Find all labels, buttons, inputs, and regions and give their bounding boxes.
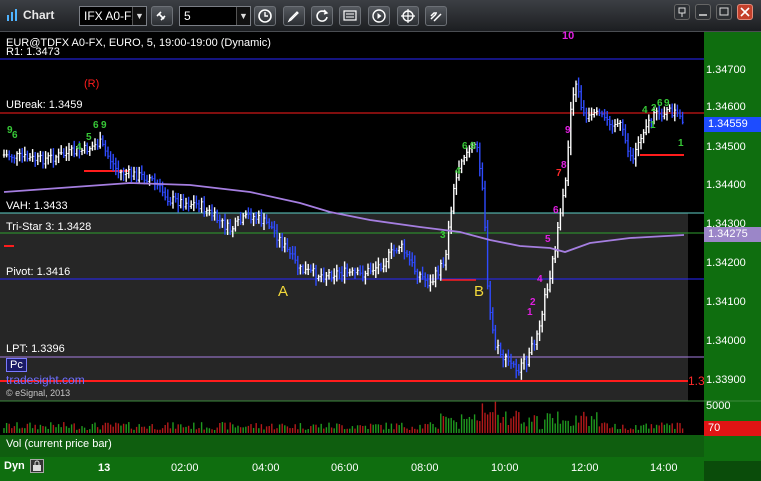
y-axis-tick-1: 1.34600 xyxy=(706,101,746,113)
cursor-button[interactable] xyxy=(397,6,419,26)
svg-text:3: 3 xyxy=(440,230,446,241)
point-a-label: A xyxy=(278,283,289,300)
watermark: tradesight.com xyxy=(6,373,85,387)
vah-label: VAH: 1.3433 xyxy=(6,200,68,212)
link-chain-button[interactable] xyxy=(151,6,173,26)
svg-text:4: 4 xyxy=(642,105,648,116)
pencil-icon xyxy=(287,11,299,23)
x-axis-tick-6: 12:00 xyxy=(571,462,599,474)
lock-icon xyxy=(33,460,41,471)
interval-value: 5 xyxy=(184,9,191,23)
svg-text:8: 8 xyxy=(561,160,567,171)
link-windows-button[interactable] xyxy=(425,6,447,26)
volume-panel-label[interactable]: Vol (current price bar) xyxy=(6,438,112,450)
window-title: Chart xyxy=(23,8,55,22)
svg-text:1: 1 xyxy=(678,138,684,149)
ubreak-label: UBreak: 1.3459 xyxy=(6,99,83,111)
svg-text:9: 9 xyxy=(565,125,571,136)
svg-text:4: 4 xyxy=(76,142,82,153)
maximize-icon xyxy=(719,7,729,16)
volume-scale-label: 5000 xyxy=(706,400,731,412)
close-icon xyxy=(740,7,750,17)
time-axis-background xyxy=(0,457,761,481)
last-price-tag: 1.34559 xyxy=(704,117,761,132)
y-axis-tick-0: 1.34700 xyxy=(706,64,746,76)
symbol-dropdown-icon[interactable]: ▼ xyxy=(132,7,146,25)
svg-text:6: 6 xyxy=(657,98,663,109)
svg-text:5: 5 xyxy=(545,234,551,245)
maximize-button[interactable] xyxy=(716,4,732,20)
pin-button[interactable] xyxy=(674,4,690,20)
lpt-label: LPT: 1.3396 xyxy=(6,343,65,355)
svg-text:6: 6 xyxy=(553,205,559,216)
dynamic-mode-button[interactable]: Dyn xyxy=(4,460,25,472)
svg-text:1: 1 xyxy=(527,307,533,318)
formula-button[interactable] xyxy=(339,6,361,26)
minimize-icon xyxy=(699,14,707,16)
svg-text:4: 4 xyxy=(537,274,543,285)
y-axis-tick-8: 1.33900 xyxy=(706,374,746,386)
refresh-icon xyxy=(316,9,329,22)
crosshair-icon xyxy=(401,9,415,23)
y-axis-tick-3: 1.34400 xyxy=(706,179,746,191)
replay-button[interactable] xyxy=(368,6,390,26)
x-axis-tick-7: 14:00 xyxy=(650,462,678,474)
svg-text:6: 6 xyxy=(93,120,99,131)
pin-icon xyxy=(678,7,686,17)
prior-close-tag: 1.3 xyxy=(688,374,705,388)
interval-dropdown-icon[interactable]: ▼ xyxy=(236,7,250,25)
close-button[interactable] xyxy=(737,4,753,20)
time-template-button[interactable] xyxy=(254,6,276,26)
scroll-lock-button[interactable] xyxy=(30,459,44,473)
y-axis-tick-5: 1.34200 xyxy=(706,257,746,269)
draw-tool-button[interactable] xyxy=(283,6,305,26)
play-icon xyxy=(372,9,386,23)
clock-icon xyxy=(258,9,272,23)
svg-text:9: 9 xyxy=(101,120,107,131)
point-b-label: B xyxy=(474,283,485,300)
formula-icon xyxy=(343,10,357,21)
svg-text:9: 9 xyxy=(664,98,670,109)
pivot-label: Pivot: 1.3416 xyxy=(6,266,71,278)
svg-text:4: 4 xyxy=(455,166,461,177)
link-icon xyxy=(156,11,166,21)
x-axis-tick-5: 10:00 xyxy=(491,462,519,474)
pc-label: Pc xyxy=(6,358,27,372)
price-chart[interactable]: 96 456 9 46 9 3 4269 11 56789 421 xyxy=(0,32,761,481)
tristar-label: Tri-Star 3: 1.3428 xyxy=(6,221,92,233)
refresh-button[interactable] xyxy=(311,6,333,26)
svg-text:1: 1 xyxy=(650,120,656,131)
price-axis-background xyxy=(704,32,761,461)
x-axis-tick-1: 02:00 xyxy=(171,462,199,474)
y-axis-tick-2: 1.34500 xyxy=(706,141,746,153)
r-marker-label: (R) xyxy=(84,78,100,90)
chart-toolbar: Chart IFX A0-FX ▼ 5 ▼ xyxy=(0,0,761,32)
vwap-price-tag: 1.34275 xyxy=(704,227,761,242)
svg-text:9: 9 xyxy=(470,141,476,152)
x-axis-tick-4: 08:00 xyxy=(411,462,439,474)
copyright: © eSignal, 2013 xyxy=(6,388,71,398)
y-axis-tick-7: 1.34000 xyxy=(706,335,746,347)
svg-text:6: 6 xyxy=(462,141,468,152)
interval-input[interactable]: 5 ▼ xyxy=(179,6,251,26)
x-axis-tick-0: 13 xyxy=(98,462,111,474)
minimize-button[interactable] xyxy=(695,4,711,20)
axis-corner xyxy=(704,461,761,481)
count-ten-label: 10 xyxy=(562,30,575,42)
r1-label: R1: 1.3473 xyxy=(6,46,60,58)
x-axis-tick-2: 04:00 xyxy=(252,462,280,474)
chart-window-icon xyxy=(7,9,17,21)
y-axis-tick-6: 1.34100 xyxy=(706,296,746,308)
volume-current-tag: 70 xyxy=(704,421,761,436)
value-area-shading xyxy=(0,213,688,401)
chain-link-icon xyxy=(430,12,442,22)
svg-text:6: 6 xyxy=(12,130,18,141)
symbol-input[interactable]: IFX A0-FX ▼ xyxy=(79,6,147,26)
x-axis-tick-3: 06:00 xyxy=(331,462,359,474)
svg-text:5: 5 xyxy=(86,132,92,143)
